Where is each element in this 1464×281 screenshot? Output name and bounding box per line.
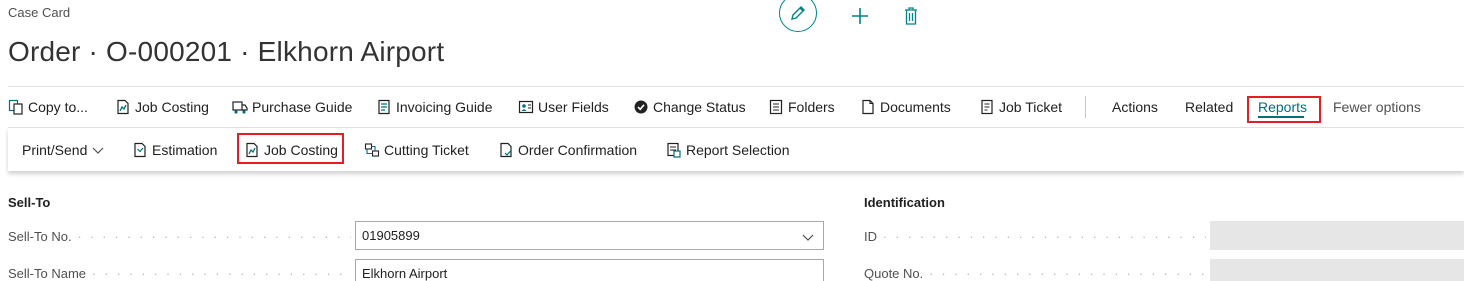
chart-doc-icon bbox=[115, 99, 131, 115]
estimation-button[interactable]: Estimation bbox=[132, 128, 217, 171]
fewer-options-button[interactable]: Fewer options bbox=[1333, 87, 1421, 127]
order-confirmation-button[interactable]: Order Confirmation bbox=[498, 128, 637, 171]
ticket-icon bbox=[979, 99, 995, 115]
edit-button[interactable] bbox=[779, 0, 817, 32]
quote-no-label: Quote No. · · · · · · · · · · · · · · · … bbox=[864, 266, 1206, 281]
report-selection-label: Report Selection bbox=[686, 141, 790, 158]
chevron-down-icon bbox=[92, 147, 104, 154]
truck-icon bbox=[232, 99, 248, 115]
quote-no-field bbox=[1210, 259, 1464, 281]
plus-icon bbox=[852, 8, 868, 24]
cutting-ticket-button[interactable]: Cutting Ticket bbox=[364, 128, 469, 171]
trash-icon bbox=[905, 7, 917, 25]
confirm-doc-icon bbox=[498, 142, 514, 158]
report-selection-icon bbox=[666, 142, 682, 158]
sell-to-name-field[interactable]: Elkhorn Airport bbox=[355, 259, 824, 281]
related-menu[interactable]: Related bbox=[1185, 87, 1233, 127]
actions-label: Actions bbox=[1112, 99, 1158, 115]
estimation-label: Estimation bbox=[152, 141, 218, 158]
job-costing-highlight-box bbox=[237, 133, 344, 164]
sell-to-no-field[interactable]: 01905899 bbox=[355, 221, 824, 250]
purchase-guide-label: Purchase Guide bbox=[252, 99, 353, 115]
sell-to-no-label: Sell-To No. · · · · · · · · · · · · · · … bbox=[8, 229, 351, 244]
related-label: Related bbox=[1185, 99, 1234, 115]
reports-sub-bar: Print/Send Estimation Job Costing Cuttin… bbox=[8, 127, 1464, 171]
sell-to-name-label: Sell-To Name · · · · · · · · · · · · · ·… bbox=[8, 266, 351, 281]
actions-menu[interactable]: Actions bbox=[1112, 87, 1158, 127]
action-bar-separator bbox=[1085, 96, 1086, 118]
action-bar: Copy to... Job Costing Purchase Guide In… bbox=[0, 87, 1464, 127]
identification-section-title: Identification bbox=[864, 195, 945, 210]
user-fields-label: User Fields bbox=[538, 99, 609, 115]
copy-to-button[interactable]: Copy to... bbox=[8, 87, 88, 127]
print-send-label: Print/Send bbox=[22, 141, 88, 158]
chevron-down-icon[interactable] bbox=[801, 230, 815, 244]
invoicing-guide-button[interactable]: Invoicing Guide bbox=[376, 87, 493, 127]
user-fields-button[interactable]: User Fields bbox=[518, 87, 609, 127]
change-status-label: Change Status bbox=[653, 99, 746, 115]
document-icon bbox=[860, 99, 876, 115]
id-label: ID · · · · · · · · · · · · · · · · · · ·… bbox=[864, 229, 1206, 244]
copy-to-label: Copy to... bbox=[28, 99, 88, 115]
page-title: Order · O-000201 · Elkhorn Airport bbox=[8, 36, 445, 67]
id-field bbox=[1210, 221, 1464, 250]
job-ticket-button[interactable]: Job Ticket bbox=[979, 87, 1062, 127]
add-button[interactable] bbox=[849, 5, 871, 27]
invoicing-guide-label: Invoicing Guide bbox=[396, 99, 493, 115]
sell-to-section-title: Sell-To bbox=[8, 195, 51, 210]
documents-button[interactable]: Documents bbox=[860, 87, 951, 127]
folders-button[interactable]: Folders bbox=[768, 87, 835, 127]
job-costing-label: Job Costing bbox=[135, 99, 209, 115]
fewer-options-label: Fewer options bbox=[1333, 99, 1421, 115]
top-actions bbox=[779, 0, 920, 32]
purchase-guide-button[interactable]: Purchase Guide bbox=[232, 87, 352, 127]
cutting-icon bbox=[364, 142, 380, 158]
copy-icon bbox=[8, 99, 24, 115]
job-ticket-label: Job Ticket bbox=[999, 99, 1063, 115]
documents-label: Documents bbox=[880, 99, 951, 115]
folders-label: Folders bbox=[788, 99, 835, 115]
change-status-button[interactable]: Change Status bbox=[633, 87, 746, 127]
status-icon bbox=[633, 99, 649, 115]
pencil-icon bbox=[791, 6, 805, 20]
report-selection-button[interactable]: Report Selection bbox=[666, 128, 790, 171]
job-costing-button[interactable]: Job Costing bbox=[115, 87, 209, 127]
delete-button[interactable] bbox=[902, 5, 920, 27]
user-fields-icon bbox=[518, 99, 534, 115]
order-confirmation-label: Order Confirmation bbox=[518, 141, 638, 158]
estimation-icon bbox=[132, 142, 148, 158]
cutting-ticket-label: Cutting Ticket bbox=[384, 141, 469, 158]
print-send-menu[interactable]: Print/Send bbox=[22, 128, 105, 171]
invoice-icon bbox=[376, 99, 392, 115]
reports-highlight-box bbox=[1247, 96, 1321, 123]
folders-icon bbox=[768, 99, 784, 115]
page-caption: Case Card bbox=[8, 5, 71, 20]
